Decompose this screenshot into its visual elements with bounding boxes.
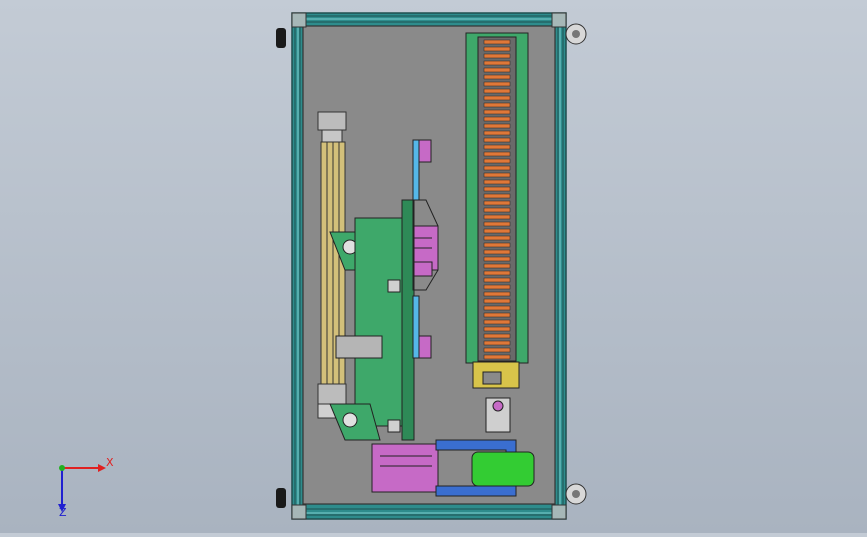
coil-segment xyxy=(483,200,511,206)
coil-segment xyxy=(483,221,511,227)
coil-segment xyxy=(483,46,511,52)
coil-segment xyxy=(483,291,511,297)
coil-segment xyxy=(483,347,511,353)
x-axis-label: X xyxy=(106,456,114,469)
coil-segment xyxy=(483,298,511,304)
coil-segment xyxy=(483,340,511,346)
coil-segment xyxy=(483,270,511,276)
coil-segment xyxy=(483,144,511,150)
coil-segment xyxy=(483,277,511,283)
assembly-drawing[interactable] xyxy=(0,0,867,533)
cad-viewport[interactable]: X Z xyxy=(0,0,867,533)
coil-segment xyxy=(483,284,511,290)
coil-segment xyxy=(483,312,511,318)
coil-segment xyxy=(483,88,511,94)
coil-segment xyxy=(483,172,511,178)
coil-segment xyxy=(483,123,511,129)
linear-rail xyxy=(317,111,347,419)
coil-segment xyxy=(483,214,511,220)
axis-triad: X Z xyxy=(48,452,118,519)
coil-segment xyxy=(483,228,511,234)
coil-segment xyxy=(483,95,511,101)
coil-segment xyxy=(483,319,511,325)
coil-segment xyxy=(483,137,511,143)
coil-segment xyxy=(483,109,511,115)
coil-segment xyxy=(483,207,511,213)
coil-segment xyxy=(483,305,511,311)
coil-segment xyxy=(483,186,511,192)
coil-segment xyxy=(483,242,511,248)
coil-segment xyxy=(483,263,511,269)
coil-segment xyxy=(483,39,511,45)
coil-segment xyxy=(483,81,511,87)
coil-segment xyxy=(483,102,511,108)
feeder-magazine xyxy=(465,32,529,389)
coil-segment xyxy=(483,326,511,332)
coil-segment xyxy=(483,53,511,59)
coil-segment xyxy=(483,256,511,262)
coil-segment xyxy=(483,130,511,136)
coil-segment xyxy=(483,165,511,171)
coil-segment xyxy=(483,60,511,66)
coil-segment xyxy=(483,354,511,360)
coil-segment xyxy=(483,249,511,255)
z-axis-label: Z xyxy=(59,506,67,516)
coil-segment xyxy=(483,67,511,73)
coil-segment xyxy=(483,193,511,199)
coil-segment xyxy=(483,333,511,339)
coil-segment xyxy=(483,158,511,164)
coil-segment xyxy=(483,179,511,185)
coil-segment xyxy=(483,116,511,122)
coil-segment xyxy=(483,74,511,80)
coil-segment xyxy=(483,235,511,241)
coil-segment xyxy=(483,151,511,157)
